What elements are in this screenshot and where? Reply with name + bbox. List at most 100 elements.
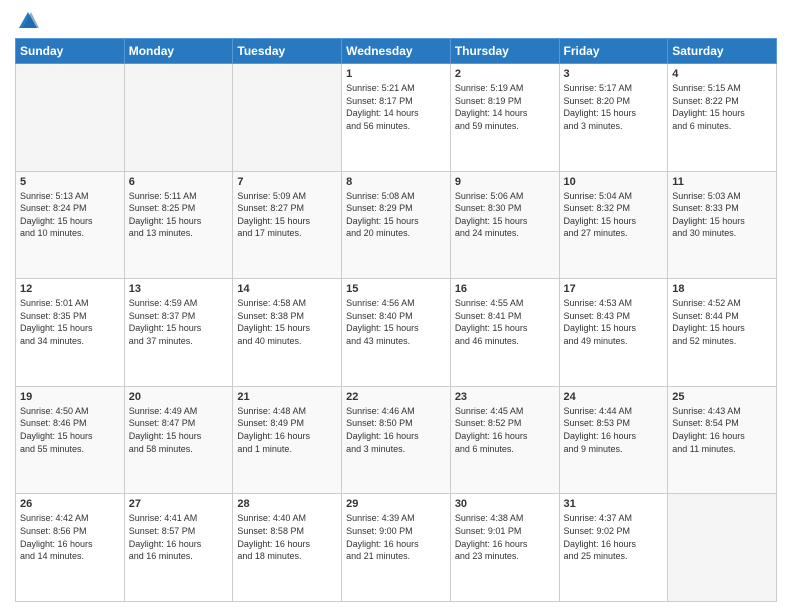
- header: [15, 10, 777, 32]
- day-info: Sunrise: 5:15 AM Sunset: 8:22 PM Dayligh…: [672, 82, 772, 132]
- calendar-cell: 26 Sunrise: 4:42 AM Sunset: 8:56 PM Dayli…: [16, 494, 125, 602]
- day-number: 5: [20, 176, 120, 188]
- calendar-cell: 7 Sunrise: 5:09 AM Sunset: 8:27 PM Daylig…: [233, 171, 342, 279]
- day-number: 18: [672, 283, 772, 295]
- day-info: Sunrise: 4:53 AM Sunset: 8:43 PM Dayligh…: [564, 297, 664, 347]
- day-number: 24: [564, 391, 664, 403]
- day-number: 13: [129, 283, 229, 295]
- calendar-cell: [16, 64, 125, 172]
- day-info: Sunrise: 5:13 AM Sunset: 8:24 PM Dayligh…: [20, 190, 120, 240]
- calendar-cell: 14 Sunrise: 4:58 AM Sunset: 8:38 PM Dayli…: [233, 279, 342, 387]
- calendar-cell: 24Sunrise: 4:44 AM Sunset: 8:53 PM Dayli…: [559, 386, 668, 494]
- calendar-cell: 23 Sunrise: 4:45 AM Sunset: 8:52 PM Dayli…: [450, 386, 559, 494]
- weekday-header-wednesday: Wednesday: [342, 39, 451, 64]
- day-info: Sunrise: 4:55 AM Sunset: 8:41 PM Dayligh…: [455, 297, 555, 347]
- day-number: 2: [455, 68, 555, 80]
- calendar-cell: 8 Sunrise: 5:08 AM Sunset: 8:29 PM Daylig…: [342, 171, 451, 279]
- day-number: 4: [672, 68, 772, 80]
- day-info: Sunrise: 4:45 AM Sunset: 8:52 PM Dayligh…: [455, 405, 555, 455]
- calendar-cell: 3Sunrise: 5:17 AM Sunset: 8:20 PM Daylig…: [559, 64, 668, 172]
- day-info: Sunrise: 5:03 AM Sunset: 8:33 PM Dayligh…: [672, 190, 772, 240]
- day-number: 16: [455, 283, 555, 295]
- calendar-cell: 30 Sunrise: 4:38 AM Sunset: 9:01 PM Dayli…: [450, 494, 559, 602]
- day-number: 28: [237, 498, 337, 510]
- day-info: Sunrise: 4:41 AM Sunset: 8:57 PM Dayligh…: [129, 512, 229, 562]
- calendar-cell: 6Sunrise: 5:11 AM Sunset: 8:25 PM Daylig…: [124, 171, 233, 279]
- logo-icon: [17, 10, 39, 32]
- day-number: 19: [20, 391, 120, 403]
- day-info: Sunrise: 5:09 AM Sunset: 8:27 PM Dayligh…: [237, 190, 337, 240]
- day-info: Sunrise: 5:08 AM Sunset: 8:29 PM Dayligh…: [346, 190, 446, 240]
- calendar-cell: 15 Sunrise: 4:56 AM Sunset: 8:40 PM Dayli…: [342, 279, 451, 387]
- week-row-2: 5 Sunrise: 5:13 AM Sunset: 8:24 PM Daylig…: [16, 171, 777, 279]
- calendar-cell: 2 Sunrise: 5:19 AM Sunset: 8:19 PM Daylig…: [450, 64, 559, 172]
- weekday-header-saturday: Saturday: [668, 39, 777, 64]
- day-number: 12: [20, 283, 120, 295]
- day-number: 26: [20, 498, 120, 510]
- day-info: Sunrise: 4:43 AM Sunset: 8:54 PM Dayligh…: [672, 405, 772, 455]
- weekday-header-thursday: Thursday: [450, 39, 559, 64]
- day-info: Sunrise: 4:42 AM Sunset: 8:56 PM Dayligh…: [20, 512, 120, 562]
- day-info: Sunrise: 4:58 AM Sunset: 8:38 PM Dayligh…: [237, 297, 337, 347]
- weekday-header-sunday: Sunday: [16, 39, 125, 64]
- calendar-cell: 22 Sunrise: 4:46 AM Sunset: 8:50 PM Dayli…: [342, 386, 451, 494]
- day-number: 22: [346, 391, 446, 403]
- calendar-cell: 21 Sunrise: 4:48 AM Sunset: 8:49 PM Dayli…: [233, 386, 342, 494]
- calendar-cell: 10Sunrise: 5:04 AM Sunset: 8:32 PM Dayli…: [559, 171, 668, 279]
- calendar-cell: [233, 64, 342, 172]
- weekday-header-monday: Monday: [124, 39, 233, 64]
- day-number: 9: [455, 176, 555, 188]
- calendar-cell: 16 Sunrise: 4:55 AM Sunset: 8:41 PM Dayli…: [450, 279, 559, 387]
- logo: [15, 10, 39, 32]
- calendar-cell: 5 Sunrise: 5:13 AM Sunset: 8:24 PM Daylig…: [16, 171, 125, 279]
- day-number: 27: [129, 498, 229, 510]
- week-row-4: 19Sunrise: 4:50 AM Sunset: 8:46 PM Dayli…: [16, 386, 777, 494]
- day-number: 21: [237, 391, 337, 403]
- calendar-cell: 1 Sunrise: 5:21 AM Sunset: 8:17 PM Daylig…: [342, 64, 451, 172]
- day-info: Sunrise: 4:38 AM Sunset: 9:01 PM Dayligh…: [455, 512, 555, 562]
- day-info: Sunrise: 5:19 AM Sunset: 8:19 PM Dayligh…: [455, 82, 555, 132]
- calendar-cell: 31Sunrise: 4:37 AM Sunset: 9:02 PM Dayli…: [559, 494, 668, 602]
- calendar-cell: 17 Sunrise: 4:53 AM Sunset: 8:43 PM Dayli…: [559, 279, 668, 387]
- day-info: Sunrise: 4:40 AM Sunset: 8:58 PM Dayligh…: [237, 512, 337, 562]
- day-info: Sunrise: 5:21 AM Sunset: 8:17 PM Dayligh…: [346, 82, 446, 132]
- calendar-cell: 9 Sunrise: 5:06 AM Sunset: 8:30 PM Daylig…: [450, 171, 559, 279]
- day-number: 10: [564, 176, 664, 188]
- calendar-cell: [124, 64, 233, 172]
- weekday-header-tuesday: Tuesday: [233, 39, 342, 64]
- day-number: 14: [237, 283, 337, 295]
- calendar-cell: 29 Sunrise: 4:39 AM Sunset: 9:00 PM Dayli…: [342, 494, 451, 602]
- week-row-3: 12Sunrise: 5:01 AM Sunset: 8:35 PM Dayli…: [16, 279, 777, 387]
- calendar-cell: 28 Sunrise: 4:40 AM Sunset: 8:58 PM Dayli…: [233, 494, 342, 602]
- page: SundayMondayTuesdayWednesdayThursdayFrid…: [0, 0, 792, 612]
- calendar-cell: 4 Sunrise: 5:15 AM Sunset: 8:22 PM Daylig…: [668, 64, 777, 172]
- day-info: Sunrise: 4:46 AM Sunset: 8:50 PM Dayligh…: [346, 405, 446, 455]
- day-info: Sunrise: 4:56 AM Sunset: 8:40 PM Dayligh…: [346, 297, 446, 347]
- day-number: 7: [237, 176, 337, 188]
- day-number: 17: [564, 283, 664, 295]
- calendar-cell: 11 Sunrise: 5:03 AM Sunset: 8:33 PM Dayli…: [668, 171, 777, 279]
- day-number: 11: [672, 176, 772, 188]
- day-number: 15: [346, 283, 446, 295]
- calendar-cell: 20Sunrise: 4:49 AM Sunset: 8:47 PM Dayli…: [124, 386, 233, 494]
- calendar-cell: 25Sunrise: 4:43 AM Sunset: 8:54 PM Dayli…: [668, 386, 777, 494]
- calendar-cell: 12Sunrise: 5:01 AM Sunset: 8:35 PM Dayli…: [16, 279, 125, 387]
- calendar-cell: 27 Sunrise: 4:41 AM Sunset: 8:57 PM Dayli…: [124, 494, 233, 602]
- day-number: 23: [455, 391, 555, 403]
- week-row-5: 26 Sunrise: 4:42 AM Sunset: 8:56 PM Dayli…: [16, 494, 777, 602]
- day-number: 31: [564, 498, 664, 510]
- day-number: 8: [346, 176, 446, 188]
- day-info: Sunrise: 4:59 AM Sunset: 8:37 PM Dayligh…: [129, 297, 229, 347]
- day-info: Sunrise: 4:39 AM Sunset: 9:00 PM Dayligh…: [346, 512, 446, 562]
- calendar-cell: 13 Sunrise: 4:59 AM Sunset: 8:37 PM Dayli…: [124, 279, 233, 387]
- day-info: Sunrise: 5:06 AM Sunset: 8:30 PM Dayligh…: [455, 190, 555, 240]
- weekday-header-friday: Friday: [559, 39, 668, 64]
- calendar-table: SundayMondayTuesdayWednesdayThursdayFrid…: [15, 38, 777, 602]
- day-info: Sunrise: 4:48 AM Sunset: 8:49 PM Dayligh…: [237, 405, 337, 455]
- calendar-cell: 18Sunrise: 4:52 AM Sunset: 8:44 PM Dayli…: [668, 279, 777, 387]
- day-number: 29: [346, 498, 446, 510]
- week-row-1: 1 Sunrise: 5:21 AM Sunset: 8:17 PM Daylig…: [16, 64, 777, 172]
- day-number: 3: [564, 68, 664, 80]
- day-number: 30: [455, 498, 555, 510]
- day-number: 1: [346, 68, 446, 80]
